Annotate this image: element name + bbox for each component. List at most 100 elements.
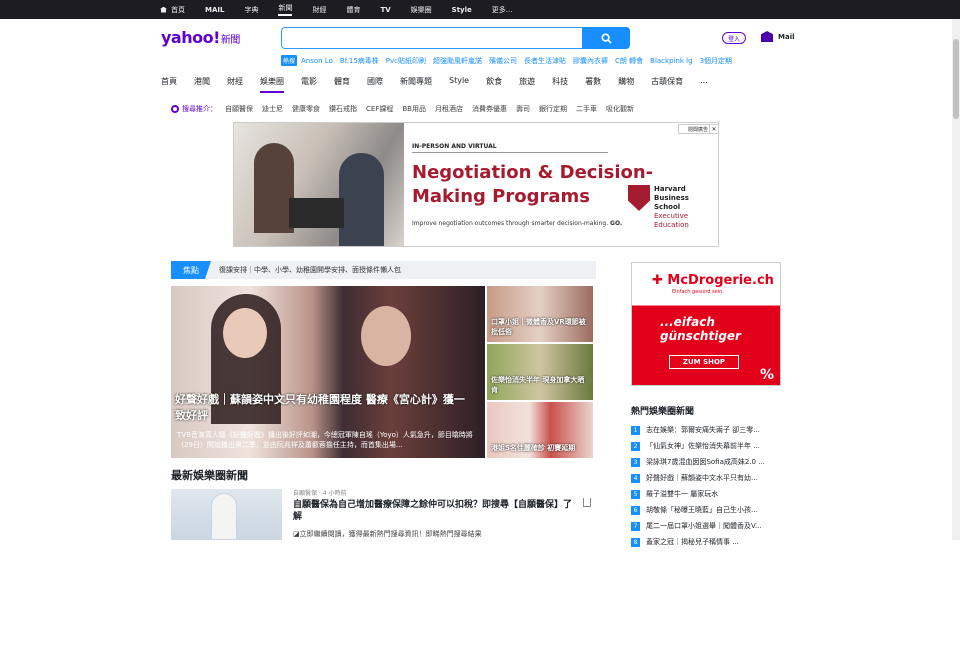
focus-bar[interactable]: 焦點 復課安排｜中學、小學、幼稚園開學安排、面授條件懶人包 — [171, 261, 596, 279]
feature-main-caption: 好聲好戲｜蘇韻姿中文只有幼稚園程度 醫療《宮心計》獲一致好評 — [175, 393, 465, 422]
feature-side-story[interactable]: 口罩小姐｜微體香及VR環節被批低俗 — [487, 286, 593, 342]
nav-item-travel[interactable]: 旅遊 — [519, 76, 535, 93]
ad-brand: ✚ McDrogerie.ch — [652, 273, 774, 288]
hot-news-item[interactable]: 5 羅子溢雙牛一 屬家玩水 — [631, 486, 781, 502]
recommend-link[interactable]: 自願醫保 — [225, 104, 253, 114]
hot-news-item[interactable]: 7 尾二一屆口罩小姐選舉｜闖體香及V... — [631, 518, 781, 534]
nav-item-local[interactable]: 港聞 — [194, 76, 210, 93]
trending-link[interactable]: Bf.15病毒株 — [340, 56, 379, 66]
hot-news-item[interactable]: 1 志在娛樂：郭爾安痛失兩子 卻三零... — [631, 422, 781, 438]
search-button[interactable] — [582, 27, 630, 49]
top-navigation-bar: 首頁 MAIL 字典 新聞 財經 體育 TV 娛樂圈 Style 更多... — [0, 0, 960, 19]
topbar-item-mail[interactable]: MAIL — [205, 6, 224, 14]
ad-title: Negotiation & Decision-Making Programs — [412, 162, 654, 207]
ad-brand-tagline: Einfach gesund sein. — [672, 289, 724, 295]
feature-side-caption: 港姐5名佳麗確診 初賽延期 — [491, 444, 576, 452]
recommend-link[interactable]: 銀行定期 — [539, 104, 567, 114]
trending-link[interactable]: Pvc貼紙印刷 — [386, 56, 426, 66]
recommend-icon — [171, 105, 179, 113]
hot-news-item[interactable]: 3 梁詠琪7歲混血囡囡Sofia成高妹2.0 ... — [631, 454, 781, 470]
hot-news-item[interactable]: 2 「仙氣女神」佐樂怡消失幕前半年 ... — [631, 438, 781, 454]
nav-item-food[interactable]: 飲食 — [486, 76, 502, 93]
feature-side-caption: 佐樂怡消失半年 現身加拿大晒肯 — [491, 376, 585, 394]
recommend-link[interactable]: BB用品 — [402, 104, 426, 114]
feature-main-story[interactable]: 好聲好戲｜蘇韻姿中文只有幼稚園程度 醫療《宮心計》獲一致好評 TVB音演真人騷《… — [171, 286, 485, 458]
page-scrollbar[interactable] — [952, 19, 960, 540]
recommend-link[interactable]: CEF課程 — [366, 104, 393, 114]
scrollbar-thumb[interactable] — [953, 39, 959, 119]
trending-link[interactable]: 長者生活津貼 — [524, 56, 566, 66]
hbs-logo: Harvard Business School Executive Educat… — [628, 185, 689, 230]
hot-news-item[interactable]: 4 好聲好戲｜蘇韻姿中文水平只有幼... — [631, 470, 781, 486]
trending-link[interactable]: C朗 轉會 — [615, 56, 643, 66]
news-headline[interactable]: 自願醫保為自己增加醫療保障之餘仲可以扣稅？即搜尋【自願醫保】了解 — [293, 499, 578, 523]
ad-shop-button[interactable]: ZUM SHOP — [669, 355, 739, 369]
right-ad-banner[interactable]: ✚ McDrogerie.ch Einfach gesund sein. ...… — [631, 262, 781, 386]
nav-item-stats[interactable]: 署數 — [585, 76, 601, 93]
feature-side-story[interactable]: 佐樂怡消失半年 現身加拿大晒肯 — [487, 344, 593, 400]
nav-item-home[interactable]: 首頁 — [161, 76, 177, 93]
nav-item-finance[interactable]: 財經 — [227, 76, 243, 93]
nav-item-style[interactable]: Style — [449, 76, 469, 93]
news-source: 自願醫保 · 4 小時前 — [293, 490, 347, 497]
nav-item-features[interactable]: 新聞專題 — [400, 76, 432, 93]
nav-item-world[interactable]: 國際 — [367, 76, 383, 93]
feature-grid: 好聲好戲｜蘇韻姿中文只有幼稚園程度 醫療《宮心計》獲一致好評 TVB音演真人騷《… — [171, 286, 625, 655]
ad-description: Improve negotiation outcomes through sma… — [412, 220, 623, 227]
topbar-item-news[interactable]: 新聞 — [278, 3, 293, 16]
topbar-item-home[interactable]: 首頁 — [160, 5, 185, 15]
nav-item-sports[interactable]: 體育 — [334, 76, 350, 93]
recommend-link[interactable]: 消費券優惠 — [472, 104, 507, 114]
nav-item-tech[interactable]: 科技 — [552, 76, 568, 93]
ad-slogan: ...eifach günschtiger — [660, 315, 741, 343]
nav-item-entertainment[interactable]: 娛樂圈 — [260, 76, 284, 93]
recommend-link[interactable]: 壽司 — [516, 104, 530, 114]
trending-link[interactable]: 膠囊內衣褲 — [573, 56, 608, 66]
topbar-item-finance[interactable]: 財經 — [312, 5, 326, 15]
topbar-item-style[interactable]: Style — [452, 6, 472, 14]
hot-news-item[interactable]: 6 胡敬條「秘曝王曉藍」自己生小孩... — [631, 502, 781, 518]
trending-link[interactable]: 3個月定期 — [700, 56, 732, 66]
recommend-link[interactable]: 月租酒店 — [435, 104, 463, 114]
nav-item-heritage[interactable]: 古蹟保育 — [651, 76, 683, 93]
hbs-shield-icon — [628, 185, 650, 211]
trending-link[interactable]: Blackpink lg — [650, 57, 692, 65]
trending-link[interactable]: 殯儀公司 — [489, 56, 517, 66]
search-recommendations: 搜尋推介： 自願醫保 迪士尼 健康零食 鑽石戒指 CEF課程 BB用品 月租酒店… — [171, 104, 643, 114]
mail-icon — [761, 31, 773, 42]
trending-link[interactable]: Anson Lo — [301, 57, 333, 65]
login-button[interactable]: 登入 — [722, 32, 746, 44]
search-input[interactable] — [282, 30, 582, 50]
nav-item-more[interactable]: ... — [700, 76, 708, 93]
percent-icon: % — [760, 367, 775, 383]
topbar-item-more[interactable]: 更多... — [492, 5, 513, 15]
nav-item-movies[interactable]: 電影 — [301, 76, 317, 93]
home-icon — [160, 6, 167, 13]
topbar-item-sports[interactable]: 體育 — [346, 5, 360, 15]
top-ad-banner[interactable]: IN-PERSON AND VIRTUAL Negotiation & Deci… — [233, 122, 719, 247]
share-icon[interactable] — [583, 498, 591, 507]
topbar-item-dictionary[interactable]: 字典 — [244, 5, 258, 15]
focus-label: 焦點 — [171, 261, 211, 279]
trending-link[interactable]: 超強颱風軒嵐諾 — [433, 56, 482, 66]
mail-link[interactable]: Mail — [761, 31, 795, 42]
hot-news-item[interactable]: 8 蓋家之冠｜揭秘兒子稱情事 ... — [631, 534, 781, 550]
section-nav: 首頁 港聞 財經 娛樂圈 電影 體育 國際 新聞專題 Style 飲食 旅遊 科… — [161, 76, 725, 93]
recommend-link[interactable]: 二手車 — [576, 104, 597, 114]
recommend-label: 搜尋推介： — [182, 105, 217, 113]
recommend-link[interactable]: 迪士尼 — [262, 104, 283, 114]
nav-item-shopping[interactable]: 購物 — [618, 76, 634, 93]
hot-news-title: 熱門娛樂圈新聞 — [631, 407, 695, 417]
recommend-link[interactable]: 健康零食 — [292, 104, 320, 114]
feature-side-story[interactable]: 港姐5名佳麗確診 初賽延期 — [487, 402, 593, 458]
news-thumbnail[interactable] — [171, 489, 282, 540]
yahoo-news-logo[interactable]: yahoo!新聞 — [161, 28, 240, 47]
ad-kicker: IN-PERSON AND VIRTUAL — [412, 143, 497, 150]
recommend-link[interactable]: 鑽石戒指 — [329, 104, 357, 114]
topbar-item-tv[interactable]: TV — [380, 6, 390, 14]
feature-main-summary: TVB音演真人騷《好聲好戲》播出後好評如潮，今總冠軍陳自瑤（Yoyo）人氣急升，… — [177, 431, 473, 449]
topbar-item-entertainment[interactable]: 娛樂圈 — [411, 5, 432, 15]
trending-searches: 熱搜 Anson Lo Bf.15病毒株 Pvc貼紙印刷 超強颱風軒嵐諾 殯儀公… — [281, 55, 739, 66]
recommend-link[interactable]: 吸化觀新 — [606, 104, 634, 114]
ad-close-button[interactable]: ✕ — [709, 124, 719, 134]
